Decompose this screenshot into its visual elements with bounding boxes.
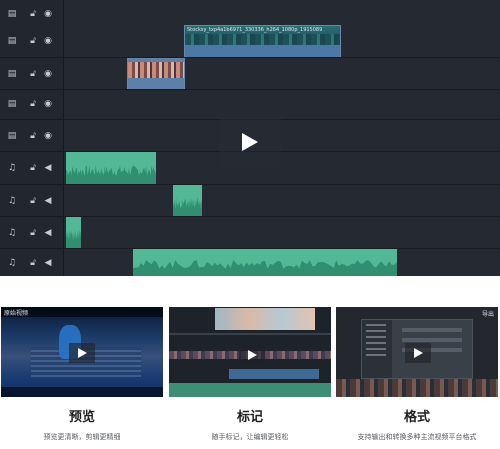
audio-clip[interactable] (66, 152, 156, 185)
film-icon: ▤ (7, 69, 17, 79)
timeline-editor: ▤ 🔓︎ ◉ ▤ 🔓︎ ◉ Stocksy_txp4a1b6971_330336… (0, 0, 500, 276)
audio-track-2: ♫ 🔓︎ ◀︎ (0, 185, 500, 217)
track-header: ▤ 🔓︎ ◉ (0, 25, 64, 58)
eye-icon[interactable]: ◉ (42, 68, 54, 80)
feature-desc-mark: 随手标记，让编辑更轻松 (211, 433, 289, 441)
film-icon: ▤ (7, 131, 17, 141)
track-lane[interactable] (64, 90, 500, 120)
eye-icon[interactable]: ◉ (42, 130, 54, 142)
eye-icon[interactable]: ◉ (42, 98, 54, 110)
preview-image (215, 308, 315, 330)
track-lane[interactable] (64, 217, 500, 249)
audio-clip[interactable] (133, 249, 397, 276)
play-button[interactable] (239, 345, 265, 365)
track-header: ♫ 🔓︎ ◀︎ (0, 249, 64, 276)
feature-desc-preview: 预览更清晰，剪辑更精细 (43, 433, 121, 441)
play-icon (78, 348, 87, 358)
video-clip-people[interactable] (127, 58, 185, 90)
lock-icon[interactable]: 🔓︎ (27, 98, 39, 110)
track-lane[interactable] (64, 120, 500, 152)
video-track-4: ▤ 🔓︎ ◉ (0, 90, 500, 120)
audio-clip[interactable] (66, 217, 81, 249)
feature-title-preview: 预览 (68, 410, 95, 425)
eye-icon[interactable]: ◉ (42, 8, 54, 20)
preview-badge: 原始视频 (4, 310, 29, 317)
audio-track-3: ♫ 🔓︎ ◀︎ (0, 217, 500, 249)
video-track-3: ▤ 🔓︎ ◉ (0, 58, 500, 90)
speaker-icon[interactable]: ◀︎ (42, 227, 54, 239)
mark-thumbnail[interactable] (169, 307, 331, 397)
film-icon: ▤ (7, 99, 17, 109)
feature-desc-format: 支持输出和转换多种主流视频平台格式 (357, 433, 477, 441)
export-badge: 导出 (481, 311, 494, 318)
clip-filename: Stocksy_txp4a1b6971_330336_h264_1080p_19… (187, 27, 323, 33)
preview-thumbnail[interactable]: 原始视频 (1, 307, 163, 397)
music-note-icon: ♫ (7, 258, 17, 268)
lock-icon[interactable]: 🔓︎ (27, 257, 39, 269)
lock-icon[interactable]: 🔓︎ (27, 162, 39, 174)
play-icon (414, 348, 423, 358)
waveform (66, 229, 81, 249)
audio-track-4: ♫ 🔓︎ ◀︎ (0, 249, 500, 276)
music-note-icon: ♫ (7, 228, 17, 238)
film-icon: ▤ (7, 36, 17, 46)
lock-icon[interactable]: 🔓︎ (27, 227, 39, 239)
music-note-icon: ♫ (7, 163, 17, 173)
play-icon (248, 350, 257, 360)
video-clip-stocksy[interactable]: Stocksy_txp4a1b6971_330336_h264_1080p_19… (184, 25, 341, 58)
waveform (133, 259, 397, 276)
track-header: ♫ 🔓︎ ◀︎ (0, 217, 64, 249)
speaker-icon[interactable]: ◀︎ (42, 162, 54, 174)
waveform (66, 165, 156, 185)
track-header: ▤ 🔓︎ ◉ (0, 58, 64, 90)
speaker-icon[interactable]: ◀︎ (42, 195, 54, 207)
track-header: ♫ 🔓︎ ◀︎ (0, 185, 64, 217)
lock-icon[interactable]: 🔓︎ (27, 130, 39, 142)
play-button[interactable] (219, 117, 281, 167)
play-button[interactable] (69, 343, 95, 363)
lock-icon[interactable]: 🔓︎ (27, 35, 39, 47)
music-note-icon: ♫ (7, 196, 17, 206)
format-thumbnail[interactable]: 导出 (336, 307, 498, 397)
film-icon: ▤ (7, 9, 17, 19)
audio-clip[interactable] (173, 185, 202, 217)
lock-icon[interactable]: 🔓︎ (27, 8, 39, 20)
lock-icon[interactable]: 🔓︎ (27, 68, 39, 80)
play-icon (242, 133, 258, 151)
waveform (173, 197, 202, 217)
track-header: ▤ 🔓︎ ◉ (0, 90, 64, 120)
video-track-2: ▤ 🔓︎ ◉ Stocksy_txp4a1b6971_330336_h264_1… (0, 25, 500, 58)
track-header: ▤ 🔓︎ ◉ (0, 120, 64, 152)
feature-title-mark: 标记 (236, 410, 263, 425)
track-header: ♫ 🔓︎ ◀︎ (0, 152, 64, 185)
speaker-icon[interactable]: ◀︎ (42, 257, 54, 269)
feature-title-format: 格式 (403, 410, 430, 425)
play-button[interactable] (405, 343, 431, 363)
eye-icon[interactable]: ◉ (42, 35, 54, 47)
lock-icon[interactable]: 🔓︎ (27, 195, 39, 207)
track-lane[interactable] (64, 185, 500, 217)
